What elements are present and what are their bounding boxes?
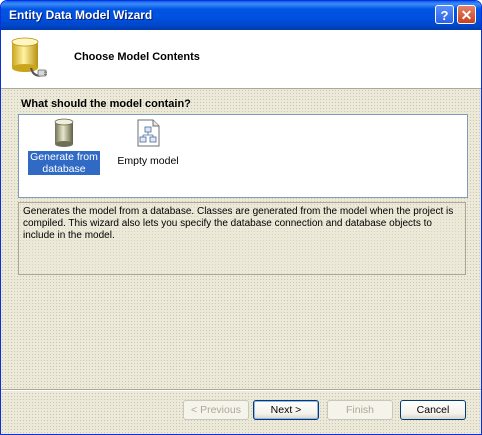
list-item-generate-from-database[interactable]: Generate from database bbox=[28, 117, 100, 176]
close-button[interactable]: ✕ bbox=[457, 5, 476, 24]
option-description: Generates the model from a database. Cla… bbox=[18, 202, 466, 275]
next-button[interactable]: Next > bbox=[253, 400, 319, 420]
database-wizard-icon bbox=[11, 37, 47, 77]
list-item-empty-model[interactable]: Empty model bbox=[112, 117, 184, 168]
title-bar[interactable]: Entity Data Model Wizard ? ✕ bbox=[1, 1, 481, 30]
finish-button[interactable]: Finish bbox=[327, 400, 393, 420]
model-options-list[interactable]: Generate from database Empty model bbox=[18, 114, 468, 198]
page-title: Choose Model Contents bbox=[74, 51, 200, 63]
generate-from-database-label: Generate from database bbox=[28, 151, 100, 175]
cancel-button[interactable]: Cancel bbox=[400, 400, 466, 420]
help-button[interactable]: ? bbox=[435, 5, 454, 24]
empty-model-icon bbox=[137, 119, 160, 147]
previous-button[interactable]: < Previous bbox=[183, 400, 249, 420]
button-divider bbox=[1, 389, 481, 391]
database-icon bbox=[54, 118, 74, 147]
empty-model-label: Empty model bbox=[117, 155, 179, 167]
wizard-header: Choose Model Contents bbox=[1, 30, 481, 89]
window-title: Entity Data Model Wizard bbox=[9, 8, 153, 22]
wizard-window: Entity Data Model Wizard ? ✕ Choose Mode… bbox=[0, 0, 482, 435]
model-contents-label: What should the model contain? bbox=[21, 98, 191, 110]
